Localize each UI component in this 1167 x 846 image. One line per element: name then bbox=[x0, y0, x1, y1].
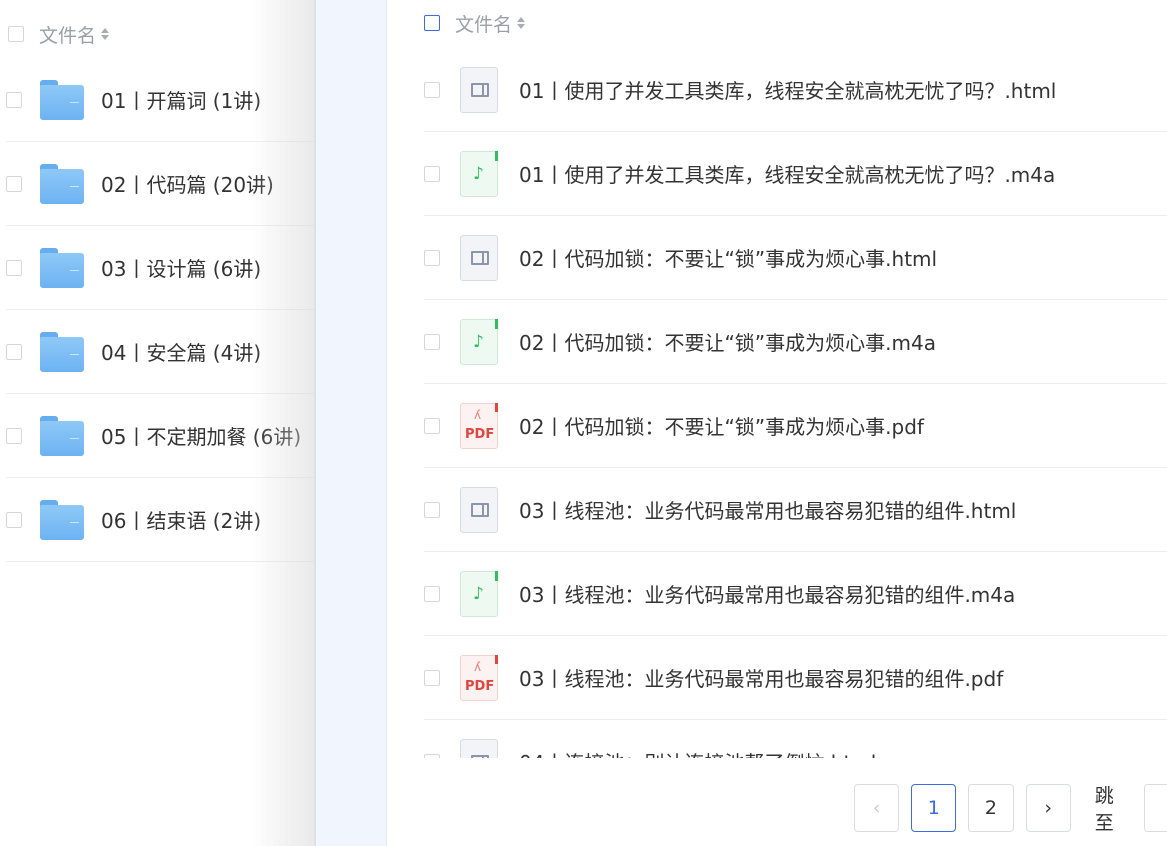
prev-page-button[interactable]: ‹ bbox=[854, 784, 900, 832]
file-name[interactable]: 04丨连接池：别让连接池帮了倒忙.html bbox=[519, 747, 876, 758]
row-checkbox[interactable] bbox=[6, 427, 22, 444]
file-row[interactable]: ♪ 02丨代码加锁：不要让“锁”事成为烦心事.m4a bbox=[424, 300, 1167, 384]
file-name[interactable]: 03丨线程池：业务代码最常用也最容易犯错的组件.m4a bbox=[519, 579, 1015, 608]
sort-icon[interactable] bbox=[101, 28, 110, 40]
next-page-button[interactable]: › bbox=[1025, 784, 1071, 832]
file-row[interactable]: 01丨使用了并发工具类库，线程安全就高枕无忧了吗？.html bbox=[424, 48, 1167, 132]
file-name[interactable]: 01丨使用了并发工具类库，线程安全就高枕无忧了吗？.html bbox=[519, 75, 1056, 104]
page-button-1[interactable]: 1 bbox=[911, 784, 957, 832]
folder-row[interactable]: 01丨开篇词 (1讲) bbox=[6, 58, 314, 142]
left-list-header: 文件名 bbox=[0, 12, 314, 56]
pane-divider bbox=[314, 0, 387, 846]
select-all-checkbox[interactable] bbox=[424, 15, 440, 31]
filename-column-header[interactable]: 文件名 bbox=[455, 10, 512, 37]
html-file-icon bbox=[460, 66, 498, 113]
row-checkbox[interactable] bbox=[424, 165, 440, 182]
file-list[interactable]: 01丨使用了并发工具类库，线程安全就高枕无忧了吗？.html ♪ 01丨使用了并… bbox=[387, 48, 1167, 758]
file-row[interactable]: ʎ PDF 02丨代码加锁：不要让“锁”事成为烦心事.pdf bbox=[424, 384, 1167, 468]
folder-icon bbox=[40, 415, 84, 456]
folder-icon bbox=[40, 499, 84, 540]
pdf-badge: PDF bbox=[465, 678, 495, 694]
row-checkbox[interactable] bbox=[6, 511, 22, 528]
audio-file-icon: ♪ bbox=[460, 570, 498, 617]
folder-icon bbox=[40, 331, 84, 372]
pdf-file-icon: ʎ PDF bbox=[460, 402, 498, 449]
row-checkbox[interactable] bbox=[424, 81, 440, 98]
jump-to-label: 跳至 bbox=[1094, 785, 1114, 834]
row-checkbox[interactable] bbox=[424, 585, 440, 602]
row-checkbox[interactable] bbox=[424, 249, 440, 266]
file-name[interactable]: 02丨代码加锁：不要让“锁”事成为烦心事.pdf bbox=[519, 411, 924, 440]
pagination: ‹ 1 2 › 跳至 bbox=[854, 784, 1167, 834]
audio-file-icon: ♪ bbox=[460, 150, 498, 197]
row-checkbox[interactable] bbox=[424, 669, 440, 686]
folder-icon bbox=[40, 79, 84, 120]
pdf-badge: PDF bbox=[465, 426, 495, 442]
row-checkbox[interactable] bbox=[424, 753, 440, 758]
folder-name[interactable]: 04丨安全篇 (4讲) bbox=[101, 337, 261, 366]
sort-icon[interactable] bbox=[517, 17, 526, 29]
row-checkbox[interactable] bbox=[6, 91, 22, 108]
folder-icon bbox=[40, 163, 84, 204]
file-row[interactable]: ♪ 03丨线程池：业务代码最常用也最容易犯错的组件.m4a bbox=[424, 552, 1167, 636]
audio-file-icon: ♪ bbox=[460, 318, 498, 365]
file-row[interactable]: ʎ PDF 03丨线程池：业务代码最常用也最容易犯错的组件.pdf bbox=[424, 636, 1167, 720]
folder-row[interactable]: 03丨设计篇 (6讲) bbox=[6, 226, 314, 310]
file-row[interactable]: 03丨线程池：业务代码最常用也最容易犯错的组件.html bbox=[424, 468, 1167, 552]
page-button-2[interactable]: 2 bbox=[968, 784, 1014, 832]
html-file-icon bbox=[460, 738, 498, 758]
right-list-header: 文件名 bbox=[424, 2, 526, 44]
jump-to-page-input[interactable] bbox=[1144, 784, 1167, 832]
filename-column-header[interactable]: 文件名 bbox=[39, 21, 96, 48]
folder-list-pane: 文件名 01丨开篇词 (1讲) 02丨代码篇 (20讲) 03丨设计篇 (6讲)… bbox=[0, 0, 314, 846]
folder-row[interactable]: 06丨结束语 (2讲) bbox=[6, 478, 314, 562]
file-row[interactable]: 02丨代码加锁：不要让“锁”事成为烦心事.html bbox=[424, 216, 1167, 300]
folder-name[interactable]: 05丨不定期加餐 (6讲) bbox=[101, 421, 301, 450]
row-checkbox[interactable] bbox=[6, 175, 22, 192]
folder-name[interactable]: 03丨设计篇 (6讲) bbox=[101, 253, 261, 282]
folder-row[interactable]: 05丨不定期加餐 (6讲) bbox=[6, 394, 314, 478]
folder-row[interactable]: 04丨安全篇 (4讲) bbox=[6, 310, 314, 394]
file-row[interactable]: 04丨连接池：别让连接池帮了倒忙.html bbox=[424, 720, 1167, 758]
row-checkbox[interactable] bbox=[424, 333, 440, 350]
folder-name[interactable]: 02丨代码篇 (20讲) bbox=[101, 169, 274, 198]
html-file-icon bbox=[460, 234, 498, 281]
file-name[interactable]: 02丨代码加锁：不要让“锁”事成为烦心事.html bbox=[519, 243, 937, 272]
file-name[interactable]: 03丨线程池：业务代码最常用也最容易犯错的组件.pdf bbox=[519, 663, 1003, 692]
folder-name[interactable]: 01丨开篇词 (1讲) bbox=[101, 85, 261, 114]
row-checkbox[interactable] bbox=[424, 501, 440, 518]
row-checkbox[interactable] bbox=[424, 417, 440, 434]
file-name[interactable]: 03丨线程池：业务代码最常用也最容易犯错的组件.html bbox=[519, 495, 1016, 524]
row-checkbox[interactable] bbox=[6, 343, 22, 360]
html-file-icon bbox=[460, 486, 498, 533]
folder-row[interactable]: 02丨代码篇 (20讲) bbox=[6, 142, 314, 226]
folder-name[interactable]: 06丨结束语 (2讲) bbox=[101, 505, 261, 534]
file-name[interactable]: 01丨使用了并发工具类库，线程安全就高枕无忧了吗？.m4a bbox=[519, 159, 1055, 188]
folder-icon bbox=[40, 247, 84, 288]
pdf-file-icon: ʎ PDF bbox=[460, 654, 498, 701]
select-all-checkbox[interactable] bbox=[8, 26, 24, 42]
file-list-pane: 文件名 01丨使用了并发工具类库，线程安全就高枕无忧了吗？.html ♪ 01丨… bbox=[387, 0, 1167, 846]
row-checkbox[interactable] bbox=[6, 259, 22, 276]
file-name[interactable]: 02丨代码加锁：不要让“锁”事成为烦心事.m4a bbox=[519, 327, 936, 356]
file-row[interactable]: ♪ 01丨使用了并发工具类库，线程安全就高枕无忧了吗？.m4a bbox=[424, 132, 1167, 216]
